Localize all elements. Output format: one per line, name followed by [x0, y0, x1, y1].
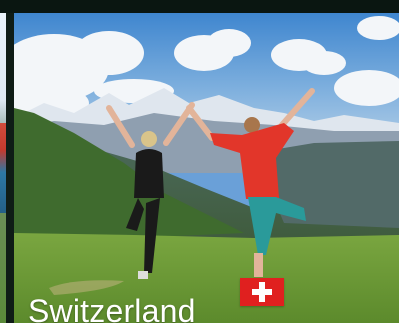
destination-title: Switzerland — [28, 293, 196, 323]
top-bar — [0, 0, 399, 13]
previous-card-peek[interactable] — [0, 13, 6, 323]
destination-card[interactable]: Switzerland — [14, 13, 399, 323]
destination-photo — [14, 13, 399, 323]
previous-card-figure — [0, 123, 6, 213]
swiss-flag-icon — [240, 278, 284, 306]
flag-cross-vertical — [259, 282, 265, 302]
